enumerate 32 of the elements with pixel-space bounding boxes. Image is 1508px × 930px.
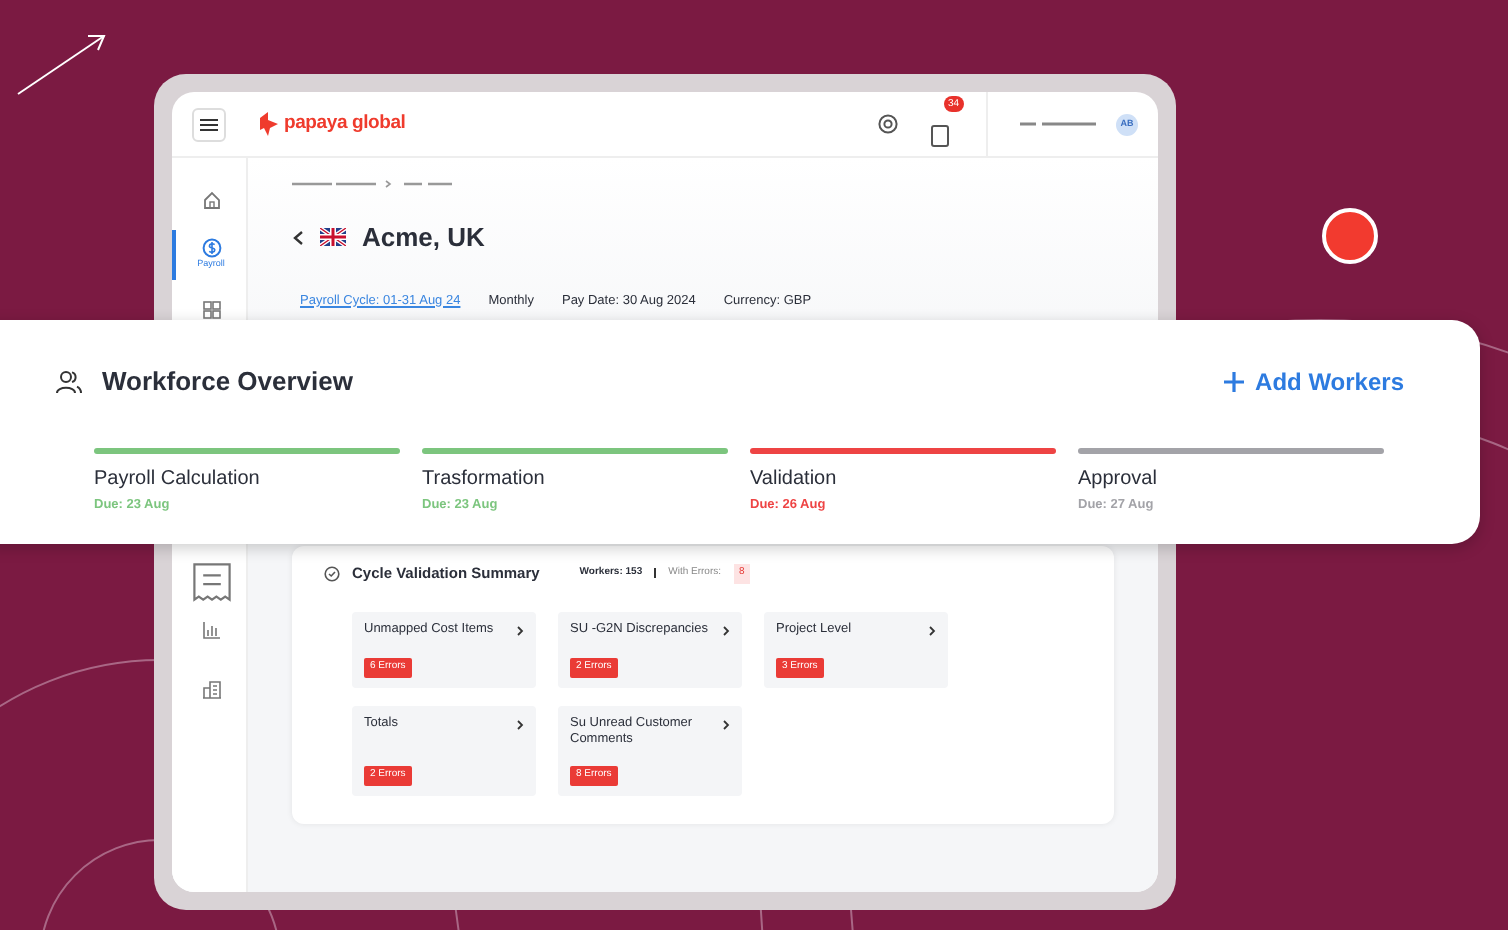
stage-name: Payroll Calculation xyxy=(94,466,262,494)
record-dot xyxy=(1322,208,1378,264)
building-icon xyxy=(201,679,221,700)
stage-name: Trasformation xyxy=(422,466,547,494)
arrow-icon xyxy=(16,32,108,96)
notification-icon[interactable] xyxy=(930,123,950,148)
stage-name: Validation xyxy=(750,466,839,494)
menu-button[interactable] xyxy=(192,107,226,141)
receipt-icon xyxy=(189,559,233,604)
help-icon[interactable] xyxy=(878,114,898,134)
check-circle-icon xyxy=(324,565,340,582)
chart-icon xyxy=(201,619,221,640)
back-icon[interactable] xyxy=(292,229,304,246)
menu-icon xyxy=(200,117,218,131)
users-icon xyxy=(56,370,82,394)
page-title: Acme, UK xyxy=(362,222,485,254)
chevron-icon xyxy=(722,719,730,730)
grid-icon xyxy=(201,299,221,320)
chevron-icon xyxy=(516,625,524,636)
section-title: Workforce Overview xyxy=(102,366,353,398)
uk-flag-icon xyxy=(320,228,346,247)
bird-logo-icon xyxy=(258,112,280,136)
chevron-icon xyxy=(516,719,524,730)
logo-text: papaya global xyxy=(284,109,406,138)
plus-icon xyxy=(1223,372,1244,392)
payroll-icon xyxy=(201,238,221,258)
user-name-placeholder xyxy=(1020,120,1100,128)
chevron-icon xyxy=(722,625,730,636)
home-icon xyxy=(201,190,221,210)
add-workers-button[interactable]: Add Workers xyxy=(1223,364,1404,400)
stage-name: Approval xyxy=(1078,466,1159,494)
chevron-icon xyxy=(928,625,936,636)
